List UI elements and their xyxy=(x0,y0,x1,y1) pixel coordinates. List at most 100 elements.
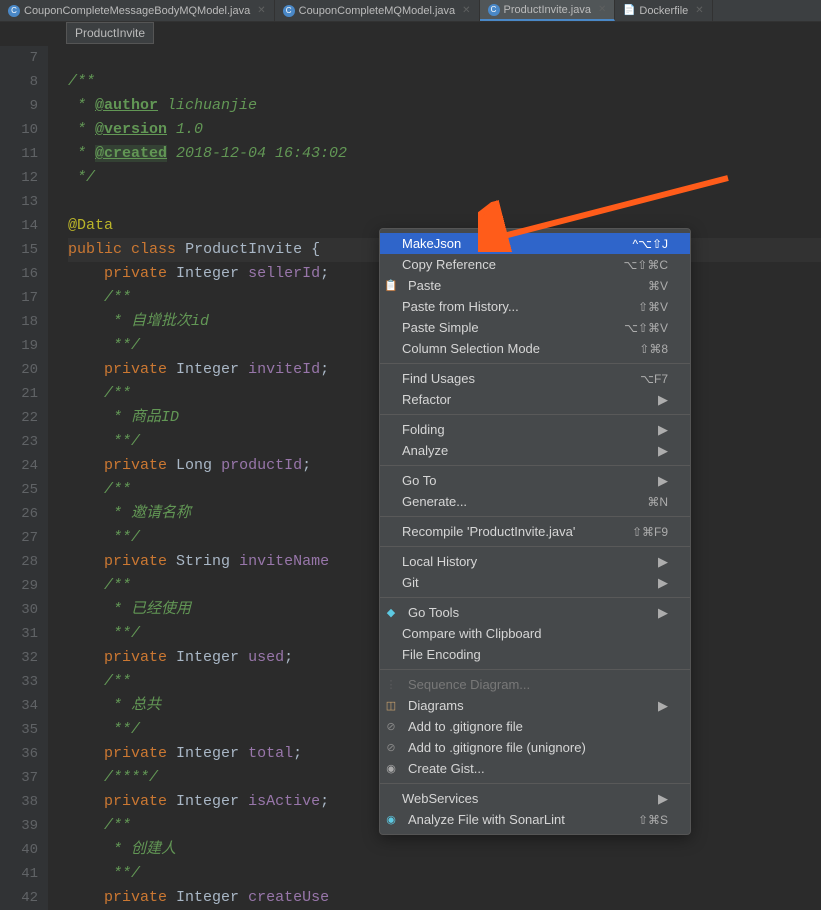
menu-create-gist[interactable]: ◉ Create Gist... xyxy=(380,758,690,779)
menu-paste-history[interactable]: Paste from History... ⇧⌘V xyxy=(380,296,690,317)
menu-separator xyxy=(380,414,690,415)
menu-goto[interactable]: Go To ▶ xyxy=(380,470,690,491)
menu-separator xyxy=(380,516,690,517)
gutter-num: 12 xyxy=(0,166,38,190)
gitignore-icon: ⊘ xyxy=(384,720,398,734)
menu-label: Create Gist... xyxy=(408,761,485,776)
gutter-num: 40 xyxy=(0,838,38,862)
menu-go-tools[interactable]: ◆ Go Tools ▶ xyxy=(380,602,690,623)
menu-add-gitignore[interactable]: ⊘ Add to .gitignore file xyxy=(380,716,690,737)
tab-coupon-mq[interactable]: C CouponCompleteMQModel.java ✕ xyxy=(275,0,480,21)
menu-paste[interactable]: 📋Paste ⌘V xyxy=(380,275,690,296)
menu-shortcut: ⇧⌘S xyxy=(638,813,668,827)
menu-shortcut: ⌘V xyxy=(648,279,668,293)
gutter-num: 10 xyxy=(0,118,38,142)
file-icon: 📄 xyxy=(623,5,635,17)
gutter-num: 32 xyxy=(0,646,38,670)
java-class-icon: C xyxy=(283,5,295,17)
menu-shortcut: ⇧⌘F9 xyxy=(632,525,668,539)
menu-label: Find Usages xyxy=(402,371,475,386)
tab-label: CouponCompleteMQModel.java xyxy=(299,5,456,17)
gutter-num: 14 xyxy=(0,214,38,238)
gutter-num: 18 xyxy=(0,310,38,334)
menu-sonarlint[interactable]: ◉Analyze File with SonarLint ⇧⌘S xyxy=(380,809,690,830)
menu-label: Git xyxy=(402,575,419,590)
tab-coupon-body[interactable]: C CouponCompleteMessageBodyMQModel.java … xyxy=(0,0,275,21)
menu-label: Compare with Clipboard xyxy=(402,626,541,641)
github-icon: ◉ xyxy=(384,762,398,776)
menu-local-history[interactable]: Local History ▶ xyxy=(380,551,690,572)
chevron-right-icon: ▶ xyxy=(658,605,668,621)
gutter-num: 35 xyxy=(0,718,38,742)
menu-label: Add to .gitignore file (unignore) xyxy=(408,740,586,755)
close-icon[interactable]: ✕ xyxy=(695,5,703,16)
menu-analyze[interactable]: Analyze ▶ xyxy=(380,440,690,461)
gutter-num: 29 xyxy=(0,574,38,598)
menu-label: Go Tools xyxy=(408,605,459,620)
go-icon: ◆ xyxy=(384,606,398,620)
menu-generate[interactable]: Generate... ⌘N xyxy=(380,491,690,512)
diagram-icon: ◫ xyxy=(384,699,398,713)
menu-label: Add to .gitignore file xyxy=(408,719,523,734)
chevron-right-icon: ▶ xyxy=(658,422,668,438)
gutter-num: 21 xyxy=(0,382,38,406)
menu-recompile[interactable]: Recompile 'ProductInvite.java' ⇧⌘F9 xyxy=(380,521,690,542)
menu-label: Diagrams xyxy=(408,698,464,713)
close-icon[interactable]: ✕ xyxy=(257,5,265,16)
menu-label: Analyze xyxy=(402,443,448,458)
menu-folding[interactable]: Folding ▶ xyxy=(380,419,690,440)
gutter-num: 33 xyxy=(0,670,38,694)
menu-separator xyxy=(380,783,690,784)
menu-copy-reference[interactable]: Copy Reference ⌥⇧⌘C xyxy=(380,254,690,275)
menu-label: WebServices xyxy=(402,791,478,806)
tab-product-invite[interactable]: C ProductInvite.java ✕ xyxy=(480,0,616,21)
menu-label: MakeJson xyxy=(402,236,461,251)
breadcrumb[interactable]: ProductInvite xyxy=(66,22,154,44)
menu-compare-clipboard[interactable]: Compare with Clipboard xyxy=(380,623,690,644)
close-icon[interactable]: ✕ xyxy=(462,5,470,16)
gutter-num: 19 xyxy=(0,334,38,358)
menu-separator xyxy=(380,546,690,547)
menu-paste-simple[interactable]: Paste Simple ⌥⇧⌘V xyxy=(380,317,690,338)
chevron-right-icon: ▶ xyxy=(658,443,668,459)
tab-label: ProductInvite.java xyxy=(504,4,591,16)
java-class-icon: C xyxy=(488,4,500,16)
gutter-num: 39 xyxy=(0,814,38,838)
menu-sequence-diagram: ⋮Sequence Diagram... xyxy=(380,674,690,695)
menu-git[interactable]: Git ▶ xyxy=(380,572,690,593)
code-line: **/ xyxy=(68,862,821,886)
sequence-icon: ⋮ xyxy=(384,678,398,692)
gutter-num: 31 xyxy=(0,622,38,646)
gutter-num: 13 xyxy=(0,190,38,214)
tab-label: CouponCompleteMessageBodyMQModel.java xyxy=(24,5,250,17)
menu-separator xyxy=(380,363,690,364)
gutter-num: 24 xyxy=(0,454,38,478)
menu-refactor[interactable]: Refactor ▶ xyxy=(380,389,690,410)
java-class-icon: C xyxy=(8,5,20,17)
menu-label: Column Selection Mode xyxy=(402,341,540,356)
gutter-num: 9 xyxy=(0,94,38,118)
gutter-num: 16 xyxy=(0,262,38,286)
menu-label: Folding xyxy=(402,422,445,437)
menu-add-gitignore-un[interactable]: ⊘Add to .gitignore file (unignore) xyxy=(380,737,690,758)
chevron-right-icon: ▶ xyxy=(658,791,668,807)
gutter-num: 25 xyxy=(0,478,38,502)
menu-diagrams[interactable]: ◫ Diagrams ▶ xyxy=(380,695,690,716)
menu-file-encoding[interactable]: File Encoding xyxy=(380,644,690,665)
tab-dockerfile[interactable]: 📄 Dockerfile ✕ xyxy=(615,0,712,21)
menu-shortcut: ⇧⌘V xyxy=(638,300,668,314)
chevron-right-icon: ▶ xyxy=(658,698,668,714)
menu-separator xyxy=(380,669,690,670)
breadcrumb-bar: ProductInvite xyxy=(0,22,821,42)
chevron-right-icon: ▶ xyxy=(658,575,668,591)
gutter-num: 34 xyxy=(0,694,38,718)
editor-tabs: C CouponCompleteMessageBodyMQModel.java … xyxy=(0,0,821,22)
menu-label: Paste Simple xyxy=(402,320,479,335)
menu-webservices[interactable]: WebServices ▶ xyxy=(380,788,690,809)
menu-find-usages[interactable]: Find Usages ⌥F7 xyxy=(380,368,690,389)
chevron-right-icon: ▶ xyxy=(658,392,668,408)
close-icon[interactable]: ✕ xyxy=(598,4,606,15)
menu-column-selection[interactable]: Column Selection Mode ⇧⌘8 xyxy=(380,338,690,359)
menu-shortcut: ⌥⇧⌘C xyxy=(623,258,668,272)
gutter-num: 17 xyxy=(0,286,38,310)
